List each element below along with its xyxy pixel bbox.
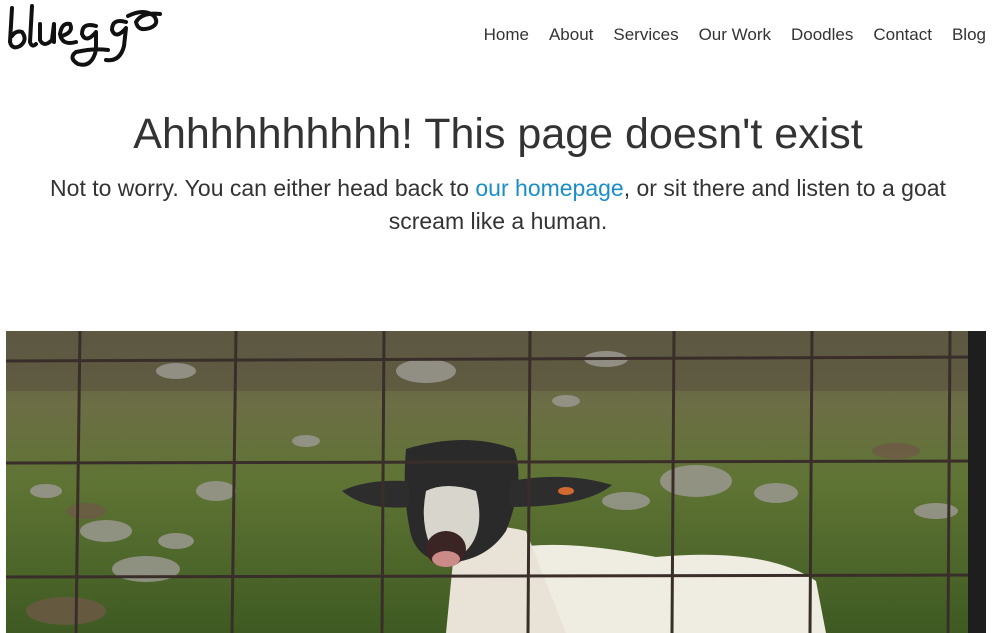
message-text-start: Not to worry. You can either head back t… (50, 175, 476, 201)
goat-video[interactable] (6, 331, 986, 633)
nav-doodles[interactable]: Doodles (781, 24, 863, 46)
nav-home[interactable]: Home (474, 24, 539, 46)
nav-contact[interactable]: Contact (863, 24, 942, 46)
nav-about[interactable]: About (539, 24, 603, 46)
goat-video-frame (6, 331, 986, 633)
bluegg-logo[interactable] (4, 2, 164, 76)
nav-our-work[interactable]: Our Work (689, 24, 781, 46)
homepage-link[interactable]: our homepage (475, 175, 623, 201)
main-nav: Home About Services Our Work Doodles Con… (474, 24, 986, 46)
page-title: Ahhhhhhhhhh! This page doesn't exist (133, 110, 863, 158)
bluegg-logo-scribble (8, 4, 162, 67)
nav-services[interactable]: Services (603, 24, 688, 46)
error-message: Not to worry. You can either head back t… (20, 172, 976, 238)
nav-blog[interactable]: Blog (942, 24, 986, 46)
